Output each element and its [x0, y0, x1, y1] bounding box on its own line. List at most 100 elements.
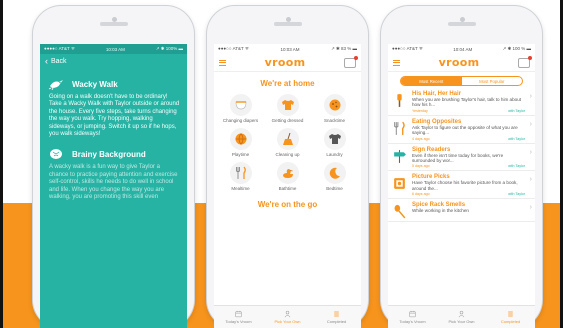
category-item[interactable]: Changing diapers	[217, 94, 264, 123]
category-grid: Changing diapers Getting dressed Snacktime…	[214, 94, 361, 191]
category-item[interactable]: Mealtime	[217, 162, 264, 191]
tab-today-s-vroom[interactable]: Today's Vroom	[388, 306, 437, 328]
chevron-right-icon: ›	[529, 120, 532, 128]
menu-icon[interactable]	[219, 59, 226, 66]
menu-icon[interactable]	[393, 59, 400, 66]
list-item-meta: 6 days ago with Taylor	[412, 192, 525, 196]
category-item[interactable]: Cleaning up	[264, 128, 311, 157]
category-label: Laundry	[326, 152, 343, 157]
list-item-tag: with Taylor	[508, 108, 525, 113]
app-bar: vroom	[214, 54, 361, 72]
vroom-logo: vroom	[264, 56, 306, 69]
notification-dot	[527, 55, 532, 60]
go-section-title: We're on the go	[257, 200, 318, 209]
category-item[interactable]: Laundry	[311, 128, 358, 157]
cookie-icon	[329, 99, 340, 111]
status-battery: ↗ ✱ 83 % ▬	[330, 46, 357, 51]
list-item-description: When you are brushing Taylor's hair, tal…	[412, 97, 522, 108]
notification-bag-icon[interactable]	[517, 55, 532, 68]
status-bar: ●●●○○ AT&T ᯤ 10:03 AM ↗ ✱ 83 % ▬	[214, 44, 361, 54]
background-title: Brainy Background	[72, 149, 146, 159]
frame-icon	[394, 178, 405, 190]
tab-label: Today's Vroom	[399, 319, 426, 324]
earpiece-speaker	[99, 22, 128, 26]
list-item-description: Even if there isn't time today for books…	[412, 152, 504, 164]
list-item-text: Spice Rack Smells While working in the ki…	[412, 202, 531, 219]
status-time: 10:03 AM	[105, 46, 125, 52]
list-item[interactable]: His Hair, Her Hair When you are brushing …	[388, 88, 535, 116]
activity-header: Wacky Walk	[48, 78, 181, 90]
category-label: Playtime	[231, 152, 250, 157]
category-label: Bedtime	[326, 186, 343, 191]
notification-bag-icon[interactable]	[343, 55, 358, 68]
category-circle	[229, 162, 252, 184]
category-circle	[229, 128, 252, 150]
category-item[interactable]: Bedtime	[311, 162, 358, 191]
tab-pick-your-own[interactable]: Pick Your Own	[263, 306, 312, 328]
tab-pick-your-own[interactable]: Pick Your Own	[437, 306, 486, 328]
ball-icon	[235, 133, 246, 145]
category-circle	[276, 128, 299, 150]
list-item-text: Picture Picks Have Taylor choose his favo…	[412, 174, 531, 196]
list-item[interactable]: Spice Rack Smells While working in the ki…	[388, 199, 535, 223]
list-item[interactable]: Sign Readers Even if there isn't time tod…	[388, 144, 535, 172]
status-carrier: ●●●○○ AT&T ᯤ	[392, 46, 424, 51]
home-section-title: We're at home	[260, 79, 315, 88]
broom-icon	[282, 132, 293, 145]
list-icon	[508, 311, 513, 317]
vroom-logo: vroom	[438, 56, 480, 69]
category-circle	[323, 128, 346, 150]
phone-completed-list: ●●●○○ AT&T ᯤ 10:04 AM ↗ ✱ 100 % ▬ vroom …	[381, 6, 542, 328]
tab-label: Completed	[326, 319, 347, 324]
brain-icon	[50, 149, 62, 160]
utensils-icon	[394, 121, 405, 135]
person-icon	[458, 310, 465, 318]
list-item[interactable]: Eating Opposites Ask Taylor to figure out…	[388, 116, 535, 144]
status-time: 10:03 AM	[280, 46, 300, 52]
category-circle	[323, 94, 346, 116]
tab-bar: Today's Vroom Pick Your Own Completed	[214, 305, 361, 328]
status-battery: ↗ ✱ 100 % ▬	[502, 46, 531, 51]
earpiece-speaker	[447, 22, 476, 26]
category-label: Cleaning up	[275, 152, 300, 157]
completed-list-screen: ●●●○○ AT&T ᯤ 10:04 AM ↗ ✱ 100 % ▬ vroom …	[388, 44, 535, 328]
back-button[interactable]: ‹ Back	[40, 54, 187, 68]
category-item[interactable]: Getting dressed	[264, 94, 311, 123]
list-item-meta: 5 days ago with Taylor	[412, 164, 525, 168]
notification-dot	[353, 55, 358, 60]
chevron-right-icon: ›	[529, 93, 532, 100]
list-item[interactable]: Picture Picks Have Taylor choose his favo…	[388, 171, 535, 200]
segment-most-recent[interactable]: Most Recent	[401, 77, 462, 85]
tab-bar: Today's Vroom Pick Your Own Completed	[388, 305, 535, 328]
back-label: Back	[51, 57, 67, 65]
category-item[interactable]: Playtime	[217, 128, 264, 157]
spoon-icon	[394, 205, 406, 219]
list-item-tag: with Taylor	[508, 164, 525, 169]
status-bar: ●●●●○ AT&T ᯤ 10:03 AM ↗ ✱ 100% ▬	[40, 44, 187, 54]
tab-completed[interactable]: Completed	[312, 306, 361, 328]
background-description: A wacky walk is a fun way to give Taylor…	[49, 164, 178, 201]
category-item[interactable]: Snacktime	[311, 94, 358, 123]
activity-detail-screen: ●●●●○ AT&T ᯤ 10:03 AM ↗ ✱ 100% ▬ ‹ Back …	[40, 44, 187, 328]
list-item-tag: with Taylor	[508, 192, 525, 197]
list-item-day: 5 days ago	[412, 164, 430, 169]
segment-most-popular[interactable]: Most Popular	[462, 77, 523, 85]
tab-today-s-vroom[interactable]: Today's Vroom	[214, 306, 263, 328]
person-icon	[284, 310, 291, 318]
chevron-left-icon: ‹	[45, 56, 48, 66]
utensils-icon	[235, 166, 246, 179]
category-item[interactable]: Bathtime	[264, 162, 311, 191]
list-item-tag: with Taylor	[508, 136, 525, 141]
category-label: Bathtime	[278, 186, 297, 191]
list-item-description: While working in the kitchen	[412, 208, 469, 214]
list-item-meta: Yesterday with Taylor	[412, 109, 525, 113]
list-icon	[334, 311, 339, 317]
tab-completed[interactable]: Completed	[486, 306, 535, 328]
chevron-right-icon: ›	[529, 148, 532, 156]
category-label: Mealtime	[231, 186, 250, 191]
category-circle	[276, 162, 299, 184]
status-time: 10:04 AM	[453, 46, 473, 52]
calendar-icon	[409, 310, 416, 318]
list-item-text: His Hair, Her Hair When you are brushing …	[412, 91, 531, 113]
phone-home-categories: ●●●○○ AT&T ᯤ 10:03 AM ↗ ✱ 83 % ▬ vroom W…	[207, 6, 368, 328]
